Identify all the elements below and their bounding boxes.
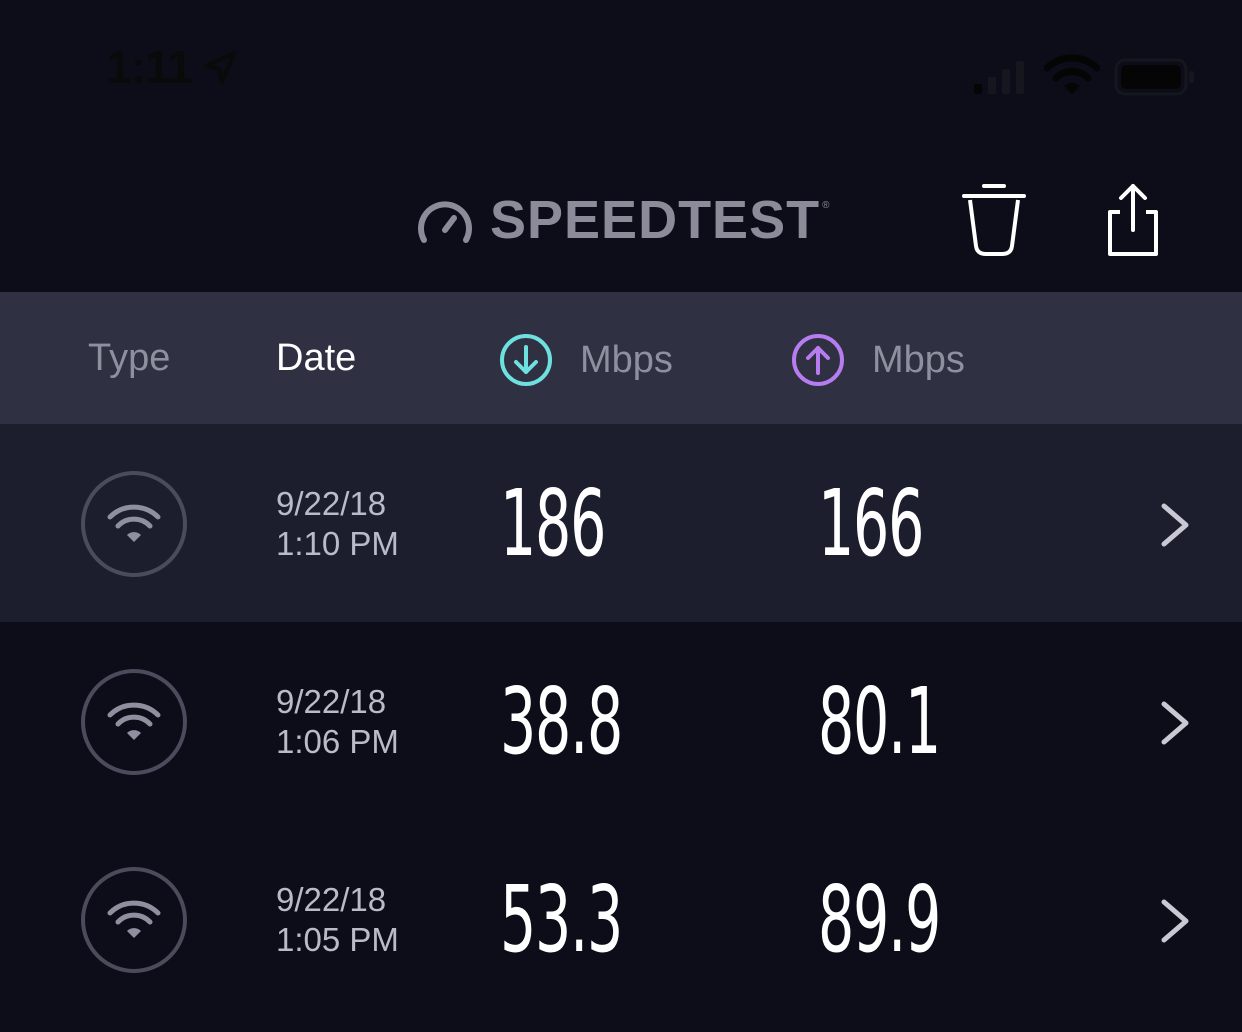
upload-arrow-icon — [792, 334, 844, 386]
column-download[interactable]: Mbps — [498, 332, 673, 388]
chevron-right-icon — [1161, 899, 1189, 943]
upload-speed: 166 — [818, 470, 924, 577]
column-upload[interactable]: Mbps — [790, 332, 965, 388]
app-header: SPEEDTEST ® — [0, 130, 1242, 292]
result-row[interactable]: 9/22/18 1:05 PM 53.3 89.9 — [0, 820, 1242, 1018]
download-speed: 38.8 — [500, 668, 623, 775]
wifi-icon — [81, 669, 187, 775]
result-date: 9/22/18 — [276, 485, 387, 522]
upload-speed: 80.1 — [818, 668, 941, 775]
speedometer-icon — [418, 201, 472, 243]
share-icon[interactable] — [1100, 182, 1166, 258]
upload-speed: 89.9 — [818, 866, 941, 973]
column-type[interactable]: Type — [88, 332, 170, 384]
chevron-right-icon — [1161, 701, 1189, 745]
result-row[interactable]: 9/22/18 1:10 PM 186 166 — [0, 424, 1242, 622]
trash-icon[interactable] — [958, 182, 1030, 258]
download-speed: 186 — [500, 470, 606, 577]
wifi-icon — [81, 867, 187, 973]
wifi-icon — [81, 471, 187, 577]
result-time: 1:06 PM — [276, 723, 399, 760]
result-datetime: 9/22/18 1:05 PM — [276, 880, 399, 960]
result-row[interactable]: 9/22/18 1:06 PM 38.8 80.1 — [0, 622, 1242, 820]
brand-name: SPEEDTEST — [490, 190, 821, 250]
brand-logo: SPEEDTEST ® — [416, 190, 829, 250]
download-speed: 53.3 — [500, 866, 623, 973]
result-date: 9/22/18 — [276, 881, 387, 918]
wifi-icon — [1044, 54, 1100, 94]
column-date[interactable]: Date — [276, 332, 356, 384]
location-arrow-icon — [204, 51, 236, 84]
result-datetime: 9/22/18 1:10 PM — [276, 484, 399, 564]
result-date: 9/22/18 — [276, 683, 387, 720]
status-time: 1:11 — [106, 41, 193, 93]
cellular-signal-icon — [974, 61, 1024, 94]
download-unit: Mbps — [580, 339, 673, 381]
download-arrow-icon — [500, 334, 552, 386]
results-column-header: Type Date Mbps Mbps — [0, 292, 1242, 424]
result-time: 1:10 PM — [276, 525, 399, 562]
status-bar: 1:11 — [0, 0, 1242, 130]
battery-icon — [1114, 58, 1194, 96]
upload-unit: Mbps — [872, 339, 965, 381]
result-time: 1:05 PM — [276, 921, 399, 958]
result-datetime: 9/22/18 1:06 PM — [276, 682, 399, 762]
chevron-right-icon — [1161, 503, 1189, 547]
trademark-symbol: ® — [822, 200, 830, 211]
